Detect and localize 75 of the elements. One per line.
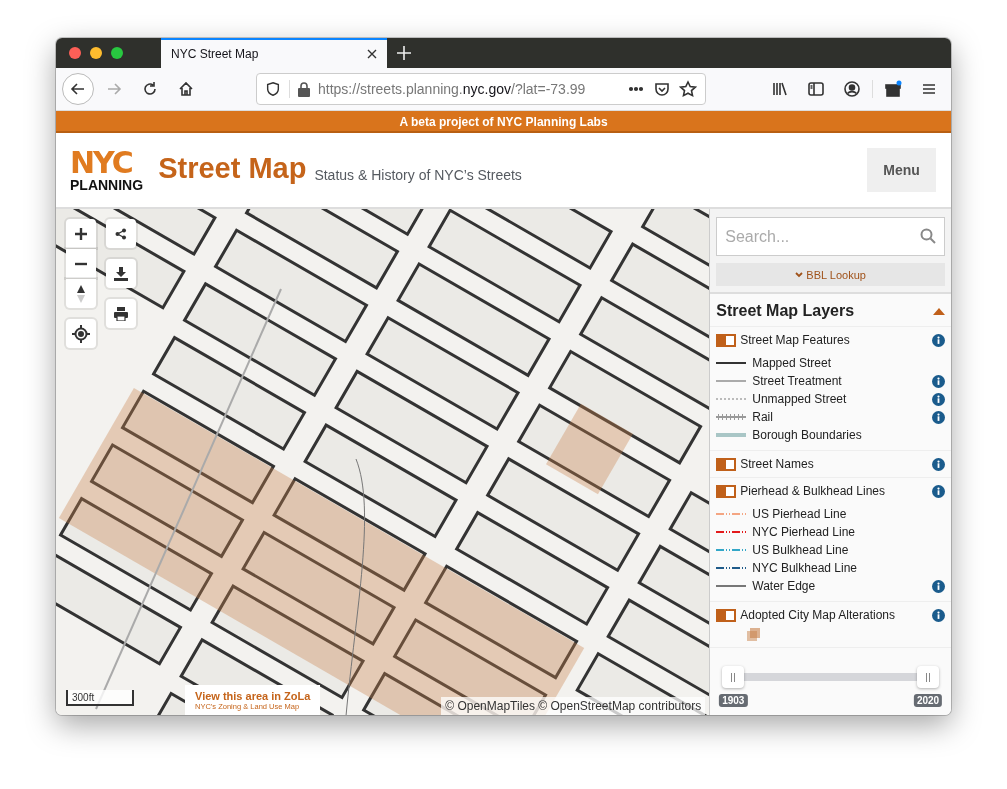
layer-toggle[interactable] <box>716 333 737 347</box>
address-bar[interactable]: https://streets.planning.nyc.gov/?lat=-73.99 <box>256 73 706 105</box>
url-text: https://streets.planning.nyc.gov/?lat=-73.99 <box>318 81 587 97</box>
info-icon[interactable] <box>932 392 945 406</box>
nyc-planning-logo[interactable]: NYC PLANNING <box>70 148 144 192</box>
layer-toggle[interactable] <box>716 608 737 622</box>
legend-label: US Pierhead Line <box>752 507 848 521</box>
bbl-lookup-button[interactable]: BBL Lookup <box>716 263 945 286</box>
legend-label: NYC Pierhead Line <box>752 525 856 539</box>
pocket-icon[interactable] <box>653 80 671 98</box>
chevron-down-icon <box>795 271 804 278</box>
info-icon[interactable] <box>932 410 945 424</box>
year-label: 1903 <box>719 694 748 707</box>
gift-icon[interactable] <box>884 80 902 98</box>
zoom-in-button[interactable] <box>66 219 96 248</box>
printer-icon <box>114 306 128 321</box>
library-icon[interactable] <box>771 80 789 98</box>
search-icon[interactable] <box>920 228 936 244</box>
info-icon[interactable] <box>932 484 945 498</box>
legend-label: Water Edge <box>752 579 817 593</box>
layer-label: Street Names <box>740 457 815 471</box>
legend-label: Borough Boundaries <box>752 428 863 442</box>
account-icon[interactable] <box>843 80 861 98</box>
minimize-window-icon[interactable] <box>90 47 102 59</box>
plus-icon <box>74 226 88 241</box>
layer-toggle[interactable] <box>716 457 737 471</box>
info-icon[interactable] <box>932 333 945 347</box>
share-icon <box>115 227 127 240</box>
layer-label: Street Map Features <box>740 333 851 347</box>
close-window-icon[interactable] <box>69 47 81 59</box>
legend-label: US Bulkhead Line <box>752 543 850 557</box>
close-icon[interactable] <box>367 49 377 59</box>
legend-label: Street Treatment <box>752 374 843 388</box>
map-attribution: © OpenMapTiles © OpenStreetMap contributors <box>441 697 706 715</box>
slider-handle[interactable] <box>917 666 939 688</box>
map-scale: 300ft <box>66 690 134 706</box>
search-field[interactable]: Search... <box>716 217 945 256</box>
layers-heading: Street Map Layers <box>716 302 855 320</box>
collapse-caret-icon[interactable] <box>933 307 945 315</box>
layer-toggle[interactable] <box>716 484 737 498</box>
info-icon[interactable] <box>932 374 945 388</box>
legend-label: Unmapped Street <box>752 392 848 406</box>
info-icon[interactable] <box>932 457 945 471</box>
year-label: 2020 <box>913 694 943 707</box>
legend-label: Rail <box>752 410 774 424</box>
maximize-window-icon[interactable] <box>111 47 123 59</box>
shield-icon[interactable] <box>265 80 281 98</box>
plus-icon[interactable] <box>397 46 411 60</box>
share-button[interactable] <box>106 219 136 248</box>
back-button[interactable] <box>62 73 94 105</box>
reload-icon[interactable] <box>141 80 159 98</box>
app-subtitle: Status & History of NYC’s Streets <box>314 167 522 183</box>
browser-tab[interactable]: NYC Street Map <box>161 38 387 68</box>
layer-label: Adopted City Map Alterations <box>740 608 897 622</box>
legend-label: NYC Bulkhead Line <box>752 561 858 575</box>
app-title: Street Map <box>158 151 307 185</box>
layer-label: Pierhead & Bulkhead Lines <box>740 484 887 498</box>
download-button[interactable] <box>106 259 136 288</box>
crosshair-icon <box>72 324 90 343</box>
compass-button[interactable] <box>66 279 96 308</box>
home-icon[interactable] <box>177 80 195 98</box>
lock-icon <box>298 81 310 97</box>
zoom-out-button[interactable] <box>66 249 96 278</box>
print-button[interactable] <box>106 299 136 328</box>
sidebar-icon[interactable] <box>807 80 825 98</box>
menu-button[interactable]: Menu <box>867 148 936 192</box>
star-icon[interactable] <box>679 80 697 98</box>
legend-label: Mapped Street <box>752 356 832 370</box>
beta-banner: A beta project of NYC Planning Labs <box>56 111 951 133</box>
locate-button[interactable] <box>66 319 96 348</box>
compass-icon <box>76 283 86 304</box>
download-icon <box>114 266 128 281</box>
info-icon[interactable] <box>932 579 945 593</box>
slider-handle[interactable] <box>722 666 745 688</box>
info-icon[interactable] <box>932 608 945 622</box>
